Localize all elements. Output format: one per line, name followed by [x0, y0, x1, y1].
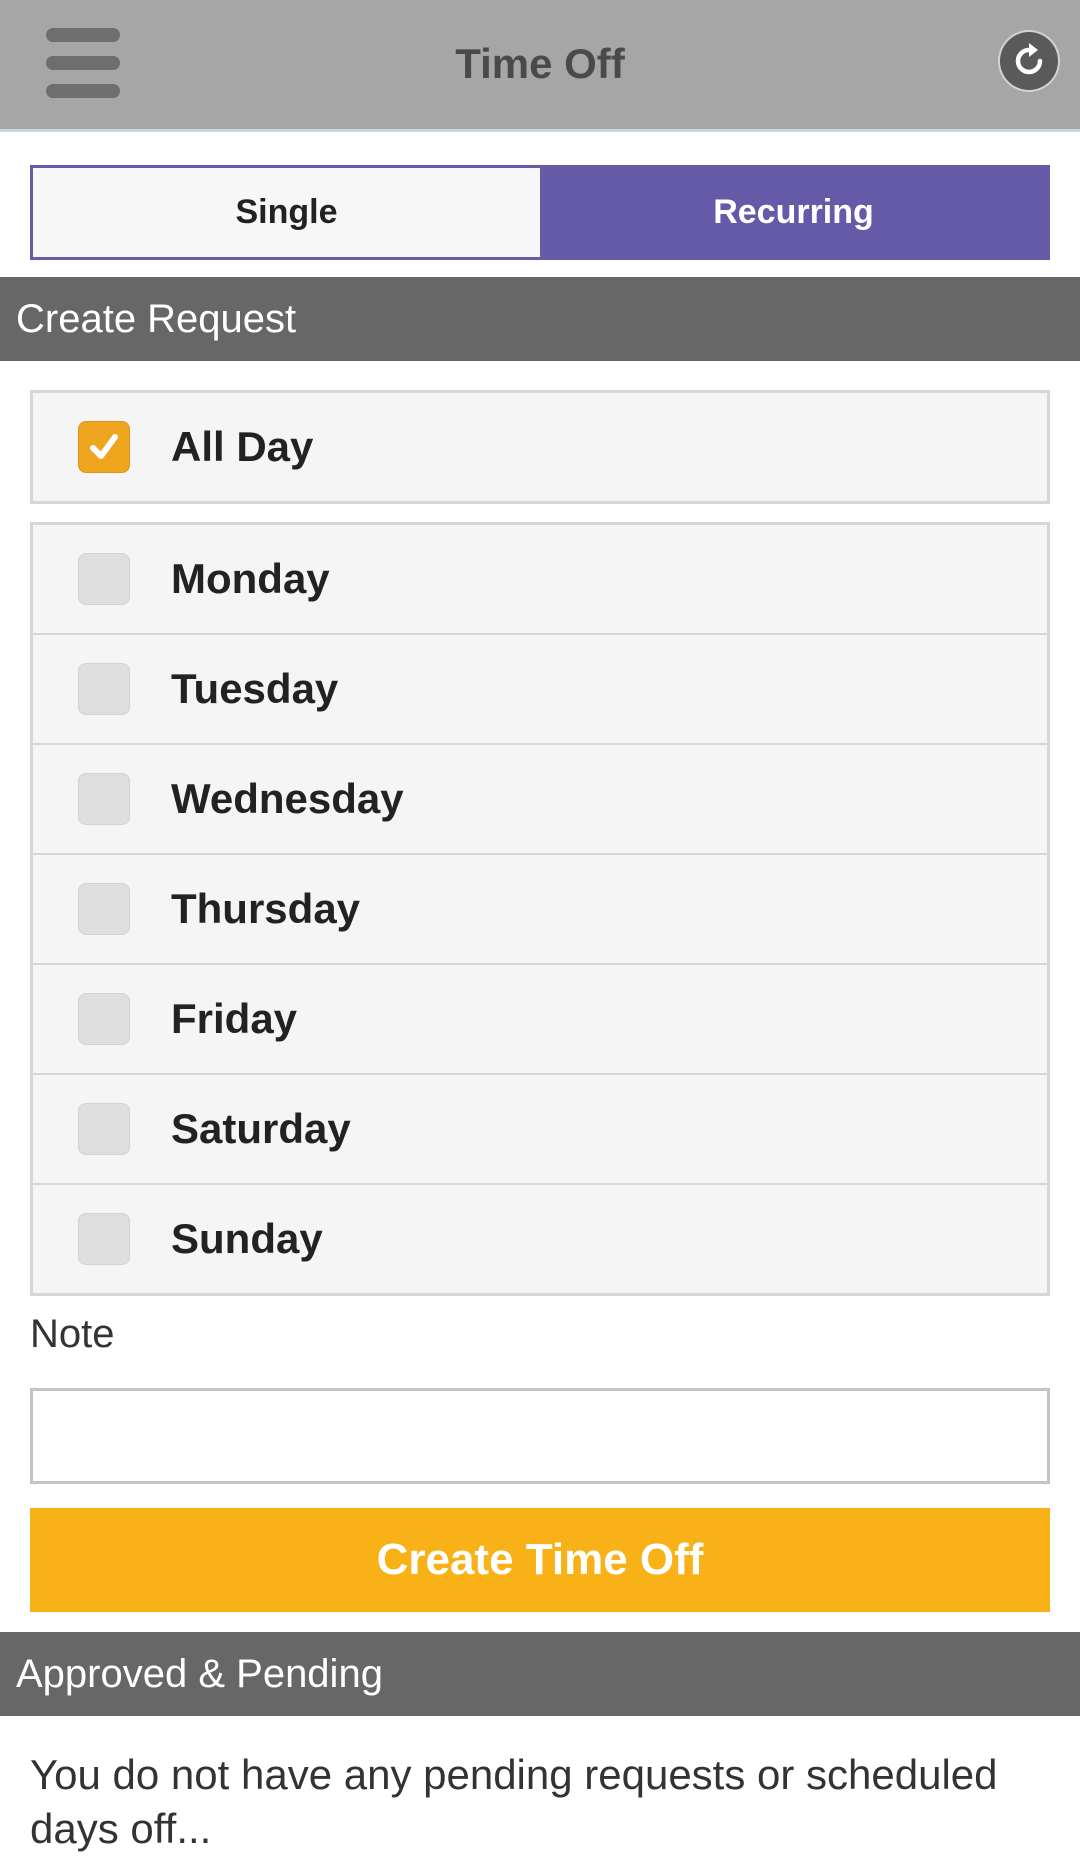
day-option-friday[interactable]: Friday	[33, 965, 1047, 1075]
day-option-monday[interactable]: Monday	[33, 525, 1047, 635]
create-request-header: Create Request	[0, 277, 1080, 361]
approved-pending-header: Approved & Pending	[0, 1632, 1080, 1716]
tuesday-checkbox[interactable]	[78, 663, 130, 715]
monday-checkbox[interactable]	[78, 553, 130, 605]
all-day-checkbox[interactable]	[78, 421, 130, 473]
day-label: Friday	[171, 995, 298, 1042]
tab-recurring[interactable]: Recurring	[540, 168, 1047, 257]
hamburger-menu-icon[interactable]	[42, 24, 122, 104]
day-label: Tuesday	[171, 665, 339, 712]
thursday-checkbox[interactable]	[78, 883, 130, 935]
day-label: Saturday	[171, 1105, 351, 1152]
refresh-icon[interactable]	[1000, 32, 1058, 90]
weekday-list: Monday Tuesday Wednesday Thursday Friday…	[30, 522, 1050, 1296]
checkmark-icon	[90, 434, 118, 459]
create-time-off-button[interactable]: Create Time Off	[30, 1508, 1050, 1612]
tab-single[interactable]: Single	[33, 168, 540, 257]
friday-checkbox[interactable]	[78, 993, 130, 1045]
day-label: Thursday	[171, 885, 361, 932]
empty-state-message: You do not have any pending requests or …	[30, 1751, 998, 1852]
page-title: Time Off	[455, 40, 625, 87]
day-option-tuesday[interactable]: Tuesday	[33, 635, 1047, 745]
day-option-sunday[interactable]: Sunday	[33, 1185, 1047, 1293]
saturday-checkbox[interactable]	[78, 1103, 130, 1155]
day-option-saturday[interactable]: Saturday	[33, 1075, 1047, 1185]
day-option-wednesday[interactable]: Wednesday	[33, 745, 1047, 855]
note-label: Note	[30, 1312, 115, 1356]
all-day-option[interactable]: All Day	[30, 390, 1050, 504]
wednesday-checkbox[interactable]	[78, 773, 130, 825]
app-header: Time Off	[0, 0, 1080, 132]
day-label: Monday	[171, 555, 330, 602]
day-label: Wednesday	[171, 775, 404, 822]
day-label: Sunday	[171, 1215, 323, 1262]
sunday-checkbox[interactable]	[78, 1213, 130, 1265]
day-option-thursday[interactable]: Thursday	[33, 855, 1047, 965]
note-input[interactable]	[30, 1388, 1050, 1484]
all-day-label: All Day	[171, 423, 314, 470]
request-type-toggle: Single Recurring	[30, 165, 1050, 260]
